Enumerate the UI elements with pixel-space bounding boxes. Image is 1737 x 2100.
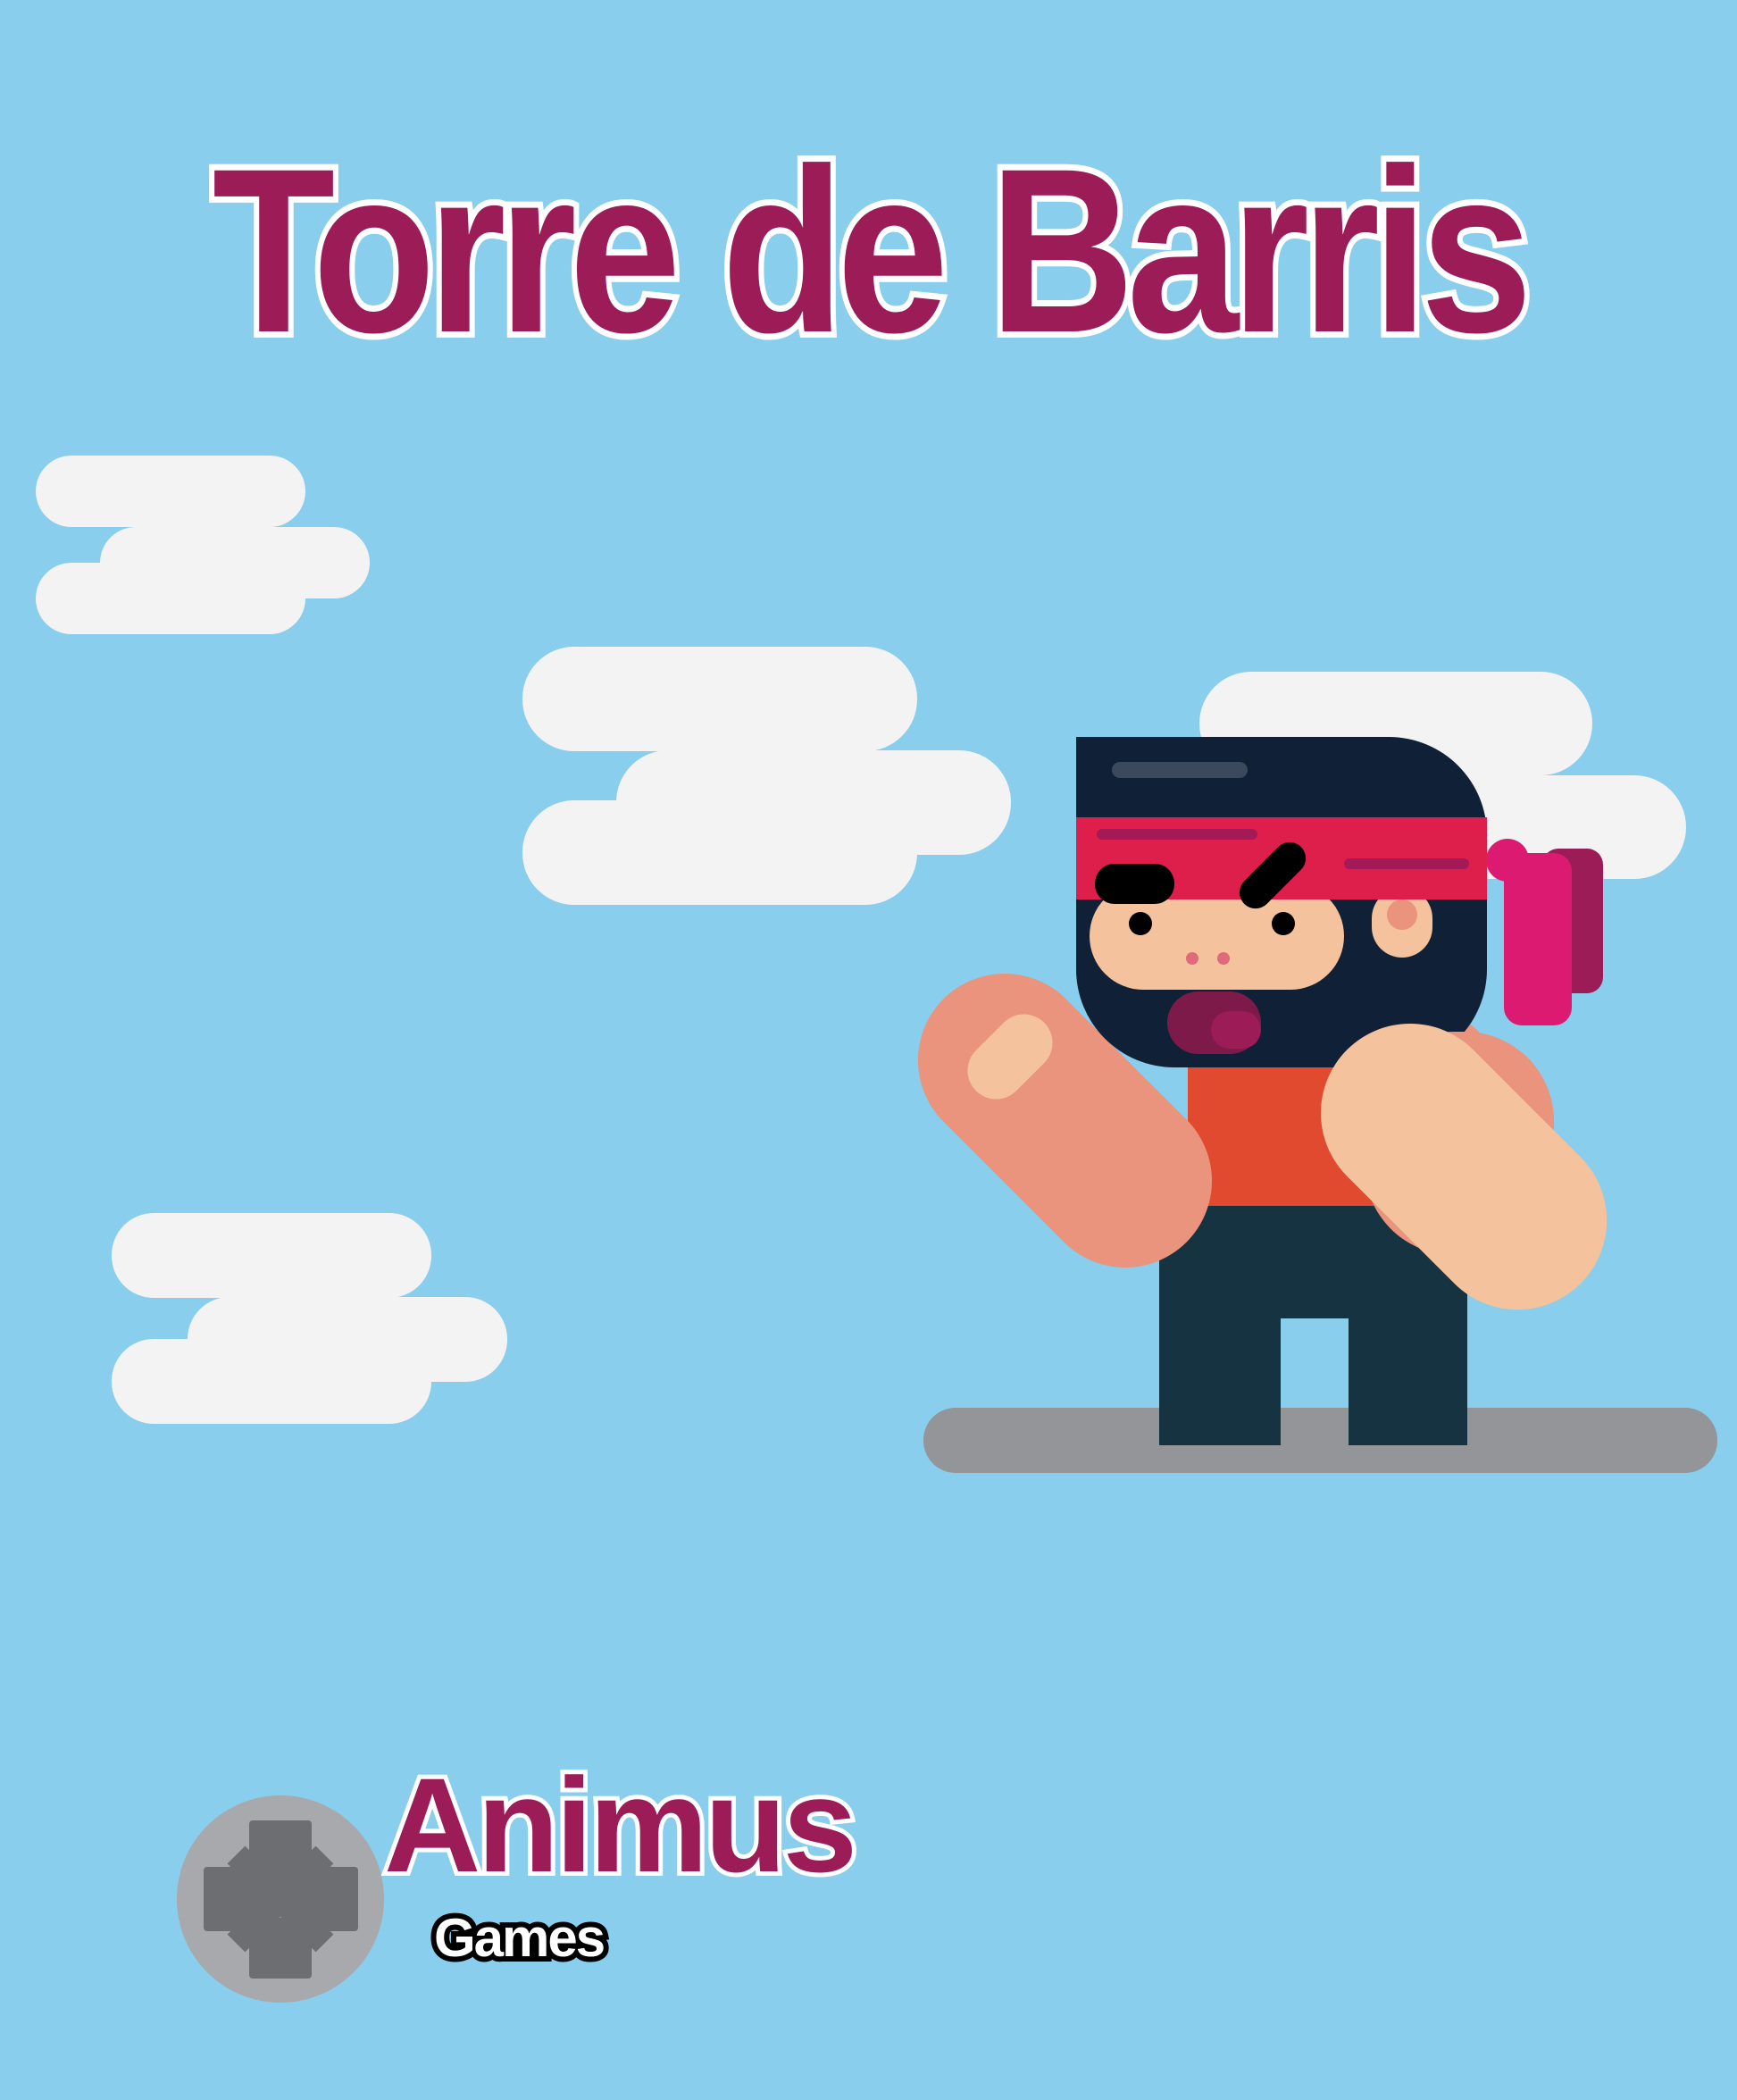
ground-platform xyxy=(923,1408,1717,1473)
game-title: Torre de Barris xyxy=(207,120,1538,381)
mouth xyxy=(1167,991,1261,1054)
left-eyebrow xyxy=(1095,864,1174,904)
right-eye xyxy=(1272,912,1295,935)
studio-logo-subtitle: Games xyxy=(429,1906,611,1970)
cloud-top-left xyxy=(36,456,370,634)
left-eye xyxy=(1129,912,1152,935)
game-title-screen: Torre de Barris Animus Games xyxy=(0,0,1737,2100)
dpad-icon xyxy=(177,1795,384,2003)
cloud-center xyxy=(522,647,1011,905)
studio-logo-name: Animus xyxy=(380,1750,862,1900)
headband-tail xyxy=(1486,839,1603,1025)
cloud-bottom-left xyxy=(112,1213,507,1424)
